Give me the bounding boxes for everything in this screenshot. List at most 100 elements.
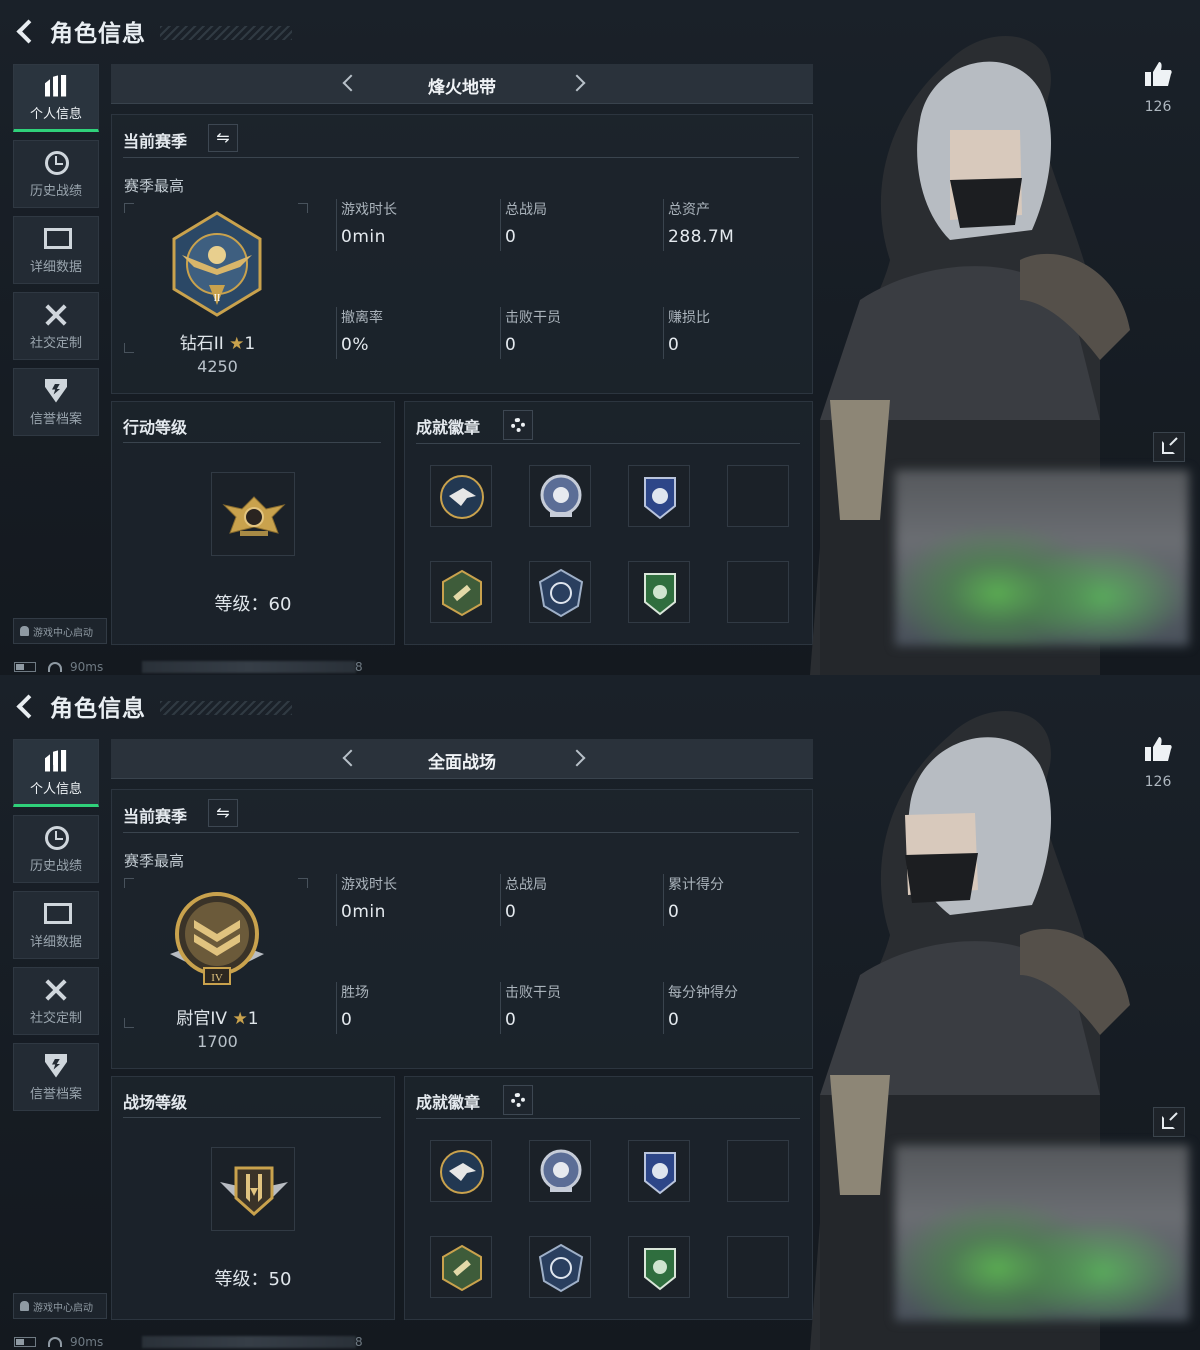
frame-corner	[298, 878, 308, 888]
badge-slot[interactable]	[628, 1236, 690, 1298]
ping-text: 90ms	[70, 1335, 104, 1349]
divider	[416, 443, 800, 444]
launch-label: 游戏中心启动	[33, 627, 93, 639]
badge-settings-button[interactable]	[503, 1085, 533, 1115]
level-value: 等级：50	[214, 1269, 292, 1290]
blurred-info-bar	[142, 661, 356, 673]
badge-slot-empty[interactable]	[727, 561, 789, 623]
level-title: 行动等级	[123, 418, 188, 437]
sidebar-item-history[interactable]: 历史战绩	[13, 815, 99, 883]
season-best-label: 赛季最高	[124, 177, 185, 195]
badges-panel: 成就徽章	[404, 401, 813, 645]
header: 角色信息	[14, 689, 146, 723]
level-panel: 战场等级 等级：50	[111, 1076, 395, 1320]
mode-selector: 烽火地带	[111, 64, 813, 104]
swap-season-button[interactable]: ⇋	[208, 799, 238, 827]
stat-wins: 胜场 0	[336, 982, 486, 1034]
back-arrow-icon[interactable]	[14, 693, 40, 719]
season-title: 当前赛季	[123, 807, 188, 826]
frame-corner	[124, 878, 134, 888]
status-number: 8	[355, 660, 363, 674]
stat-label: 总战局	[505, 877, 547, 893]
sidebar-item-reputation[interactable]: 信誉档案	[13, 368, 99, 436]
mode-title: 全面战场	[428, 753, 496, 773]
sidebar-item-label: 个人信息	[29, 781, 82, 797]
badge-slot-empty[interactable]	[727, 1236, 789, 1298]
screen-icon	[42, 226, 72, 252]
gear-icon	[511, 418, 525, 432]
shield-badge-icon	[644, 1152, 676, 1195]
swap-season-button[interactable]: ⇋	[208, 124, 238, 152]
badge-slot[interactable]	[529, 465, 591, 527]
tools-icon	[42, 977, 70, 1003]
badge-settings-button[interactable]	[503, 410, 533, 440]
badge-slot[interactable]	[430, 1140, 492, 1202]
badge-slot[interactable]	[430, 465, 492, 527]
rank-score: 4250	[197, 357, 238, 376]
frame-corner	[298, 203, 308, 213]
sidebar-item-social[interactable]: 社交定制	[13, 292, 99, 360]
badge-slot[interactable]	[628, 465, 690, 527]
stat-operators-defeated: 击败干员 0	[500, 307, 650, 359]
sidebar-item-social[interactable]: 社交定制	[13, 967, 99, 1035]
sidebar-item-details[interactable]: 详细数据	[13, 891, 99, 959]
status-number: 8	[355, 1335, 363, 1349]
stat-value: 0	[505, 902, 517, 922]
eagle-badge-icon	[440, 1150, 484, 1194]
shield-icon	[42, 1053, 70, 1079]
sidebar-item-personal-info[interactable]: 个人信息	[13, 739, 99, 807]
sidebar-item-label: 历史战绩	[29, 183, 82, 199]
blurred-overlay	[895, 470, 1189, 646]
stat-value: 0	[505, 227, 517, 247]
rank-score: 1700	[197, 1032, 238, 1051]
green-shield-badge-icon	[644, 1248, 676, 1291]
shield-icon	[42, 378, 70, 404]
badge-slot[interactable]	[529, 1140, 591, 1202]
badge-slot[interactable]	[529, 1236, 591, 1298]
share-button[interactable]	[1153, 432, 1185, 462]
back-arrow-icon[interactable]	[14, 18, 40, 44]
game-center-launch[interactable]: 游戏中心启动	[13, 618, 107, 644]
badge-slot[interactable]	[628, 1140, 690, 1202]
badge-slot[interactable]	[430, 561, 492, 623]
stat-play-time: 游戏时长 0min	[336, 199, 486, 251]
stat-total-assets: 总资产 288.7M	[663, 199, 813, 251]
eagle-badge-icon	[440, 475, 484, 519]
gear-icon	[511, 1093, 525, 1107]
sniper-badge-icon	[538, 1243, 584, 1293]
game-center-launch[interactable]: 游戏中心启动	[13, 1293, 107, 1319]
svg-text:IV: IV	[211, 972, 223, 984]
stat-label: 游戏时长	[341, 877, 397, 893]
rank-name: 钻石II ★1	[126, 329, 309, 354]
badge-slot[interactable]	[529, 561, 591, 623]
badge-slot[interactable]	[628, 561, 690, 623]
badge-slot-empty[interactable]	[727, 1140, 789, 1202]
badge-slot[interactable]	[430, 1236, 492, 1298]
thumbs-up-icon[interactable]	[1143, 735, 1173, 765]
sidebar-item-details[interactable]: 详细数据	[13, 216, 99, 284]
sidebar-item-label: 详细数据	[29, 259, 82, 275]
level-title: 战场等级	[123, 1093, 188, 1112]
ping-text: 90ms	[70, 660, 104, 674]
sidebar-item-history[interactable]: 历史战绩	[13, 140, 99, 208]
stat-value: 0	[668, 335, 680, 355]
stat-label: 撤离率	[341, 310, 383, 326]
season-panel: 当前赛季 ⇋ 赛季最高 IV 尉官IV ★1 1700 游戏时长 0min 总战…	[111, 789, 813, 1069]
mode-title: 烽火地带	[428, 78, 496, 98]
share-button[interactable]	[1153, 1107, 1185, 1137]
like-count: 126	[1144, 774, 1172, 790]
sidebar-item-label: 社交定制	[29, 335, 82, 351]
rank-emblem-diamond: II	[172, 211, 262, 317]
rank-stars: 1	[247, 1009, 259, 1029]
rank-stars: 1	[244, 334, 256, 354]
thumbs-up-icon[interactable]	[1143, 60, 1173, 90]
stat-label: 总资产	[668, 202, 710, 218]
badge-slot-empty[interactable]	[727, 465, 789, 527]
stat-score-per-minute: 每分钟得分 0	[663, 982, 813, 1034]
crest-badge-icon	[540, 474, 582, 517]
hex-badge-icon	[442, 569, 482, 617]
sidebar-item-reputation[interactable]: 信誉档案	[13, 1043, 99, 1111]
tools-icon	[42, 302, 70, 328]
sidebar-item-personal-info[interactable]: 个人信息	[13, 64, 99, 132]
badges-panel: 成就徽章	[404, 1076, 813, 1320]
